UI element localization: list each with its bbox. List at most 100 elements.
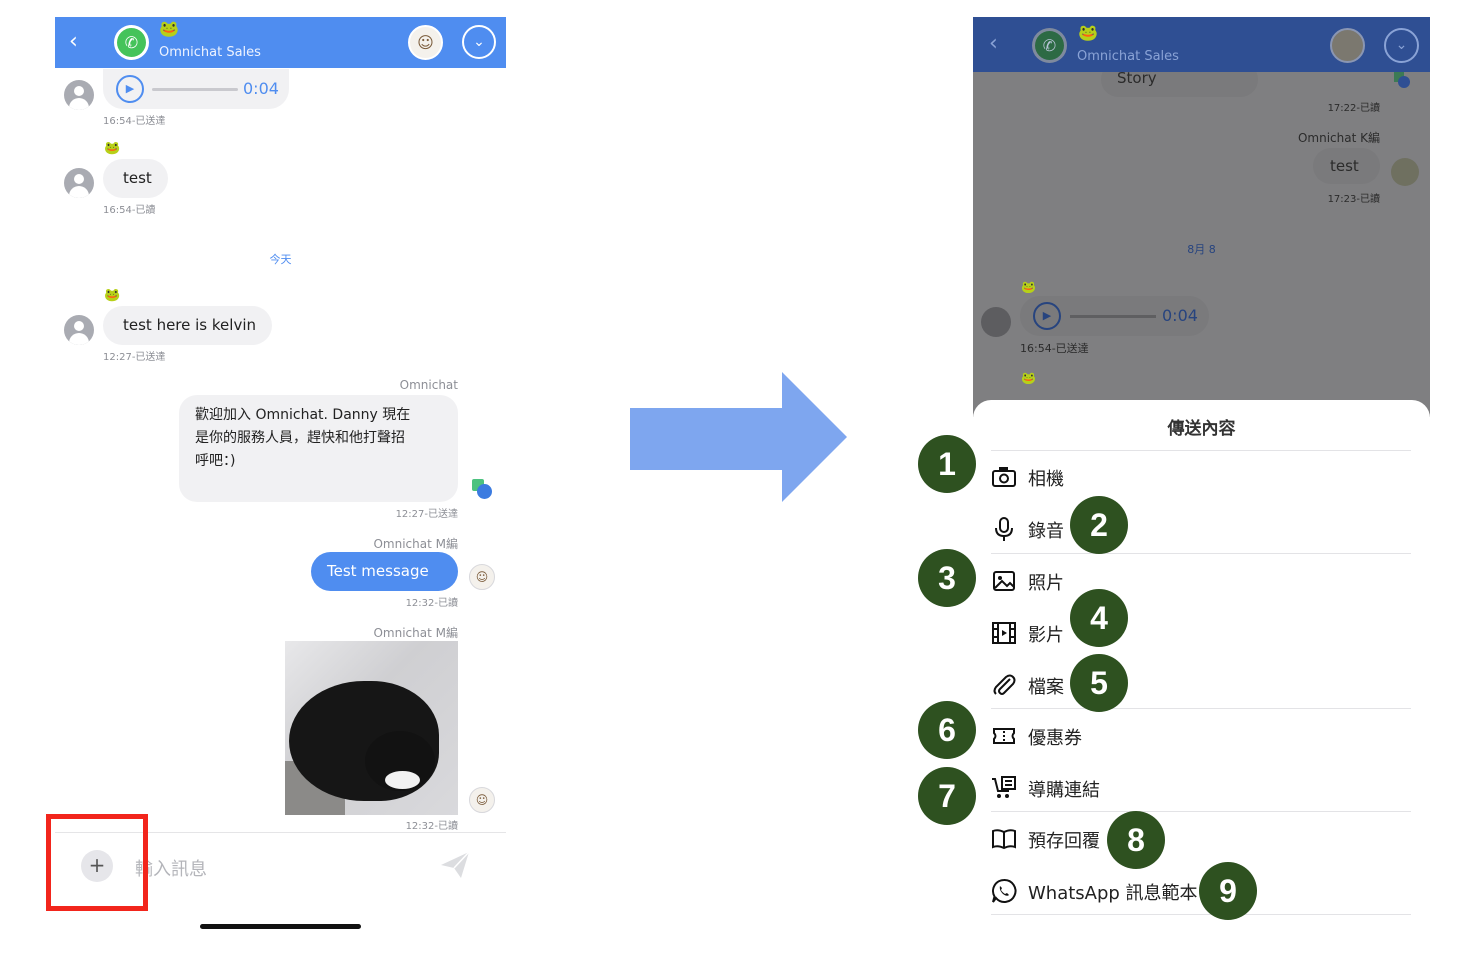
message-status: 12:27-已送達	[103, 352, 166, 363]
paperclip-icon	[993, 674, 1016, 695]
message-status: 16:54-已送達	[1020, 342, 1089, 355]
book-icon	[992, 829, 1016, 850]
contact-avatar	[981, 307, 1011, 337]
sender-name: Omnichat M編	[373, 626, 458, 640]
chat-header: ‹ ✆ 🐸 Omnichat Sales ⌄	[973, 17, 1430, 72]
message-status: 16:54-已送達	[103, 116, 166, 127]
message-status: 17:22-已讀	[1327, 103, 1380, 114]
home-indicator	[200, 924, 361, 929]
agent-avatar: ☺	[469, 787, 495, 813]
welcome-message-bubble[interactable]: 歡迎加入 Omnichat. Danny 現在 是你的服務人員，趕快和他打聲招 …	[179, 395, 458, 502]
step-marker-7: 7	[918, 767, 976, 825]
whatsapp-icon	[992, 878, 1017, 903]
message-status: 12:32-已讀	[405, 598, 458, 609]
agent-avatar	[1391, 158, 1419, 186]
divider	[991, 811, 1411, 812]
message-status: 16:54-已讀	[103, 205, 156, 216]
frog-emoji-icon: 🐸	[159, 19, 179, 38]
step-marker-8: 8	[1107, 811, 1165, 869]
frog-emoji-icon: 🐸	[1021, 280, 1036, 294]
chat-screen-before: ‹ ✆ 🐸 Omnichat Sales ☺ ⌄ ▶ 0:04 16:54-已送…	[46, 17, 506, 962]
camera-icon	[992, 467, 1016, 487]
step-marker-3: 3	[918, 549, 976, 607]
sender-name: Omnichat K編	[1297, 131, 1380, 145]
message-bubble[interactable]: test here is kelvin	[103, 306, 272, 345]
menu-item-shopping-link[interactable]: 導購連結	[991, 767, 1291, 807]
menu-item-video[interactable]: 影片	[991, 612, 1291, 652]
message-bubble: test	[1313, 148, 1380, 184]
cat-photo[interactable]	[285, 641, 458, 815]
chat-title: Omnichat Sales	[159, 45, 261, 60]
message-status: 12:27-已送達	[395, 509, 458, 520]
message-line: 歡迎加入 Omnichat. Danny 現在	[195, 407, 411, 423]
frog-emoji-icon: 🐸	[104, 288, 121, 303]
back-button[interactable]: ‹	[69, 29, 91, 55]
step-marker-4: 4	[1070, 589, 1128, 647]
outgoing-message-bubble[interactable]: Test message	[311, 552, 458, 591]
step-marker-2: 2	[1070, 496, 1128, 554]
back-button[interactable]: ‹	[989, 31, 998, 56]
agent-avatar[interactable]	[1330, 28, 1365, 63]
menu-item-coupon[interactable]: 優惠券	[991, 715, 1291, 755]
menu-label: 優惠券	[1028, 728, 1082, 749]
bot-icon	[472, 479, 492, 499]
menu-item-file[interactable]: 檔案	[991, 664, 1291, 704]
film-icon	[992, 622, 1016, 644]
voice-duration: 0:04	[1162, 306, 1198, 325]
contact-avatar	[64, 168, 94, 198]
microphone-icon	[995, 517, 1013, 541]
chat-title: Omnichat Sales	[1077, 49, 1179, 64]
frog-emoji-icon: 🐸	[104, 141, 121, 156]
voice-duration: 0:04	[243, 79, 279, 98]
chat-header: ‹ ✆ 🐸 Omnichat Sales ☺ ⌄	[55, 17, 506, 68]
chevron-down-icon[interactable]: ⌄	[1384, 28, 1419, 63]
arrow-right-icon	[630, 372, 847, 502]
message-text: test	[1330, 157, 1359, 175]
agent-avatar: ☺	[469, 564, 495, 590]
divider	[991, 450, 1411, 451]
bot-icon	[1394, 72, 1410, 88]
audio-track[interactable]	[152, 88, 238, 91]
menu-item-photo[interactable]: 照片	[991, 560, 1291, 600]
menu-label: WhatsApp 訊息範本	[1028, 883, 1198, 904]
chat-screen-after: Story 17:22-已讀 Omnichat K編 test 17:23-已讀…	[973, 17, 1430, 962]
date-divider: 8月 8	[1187, 243, 1216, 256]
cart-link-icon	[992, 776, 1016, 798]
dimmed-chat-background: Story 17:22-已讀 Omnichat K編 test 17:23-已讀…	[973, 17, 1430, 417]
message-status: 12:32-已讀	[405, 821, 458, 832]
divider	[991, 914, 1411, 915]
menu-label: 照片	[1028, 573, 1064, 594]
contact-avatar	[64, 315, 94, 345]
sender-name: Omnichat M編	[373, 537, 458, 551]
step-marker-1: 1	[918, 435, 976, 493]
voice-message-bubble[interactable]: ▶ 0:04	[103, 69, 289, 109]
sheet-title: 傳送內容	[1167, 419, 1236, 439]
message-bubble[interactable]: test	[103, 159, 168, 198]
menu-label: 錄音	[1028, 521, 1064, 542]
highlight-box	[46, 814, 148, 911]
play-icon[interactable]: ▶	[116, 75, 144, 103]
audio-track	[1070, 315, 1156, 318]
date-divider: 今天	[269, 253, 292, 266]
chevron-down-icon[interactable]: ⌄	[462, 25, 496, 59]
message-status: 17:23-已讀	[1327, 194, 1380, 205]
step-marker-9: 9	[1199, 862, 1257, 920]
agent-avatar[interactable]: ☺	[408, 25, 443, 60]
menu-label: 預存回覆	[1028, 831, 1100, 852]
divider	[991, 553, 1411, 554]
ticket-icon	[993, 728, 1015, 744]
image-icon	[993, 571, 1015, 591]
frog-emoji-icon: 🐸	[1021, 371, 1036, 385]
message-line: 是你的服務人員，趕快和他打聲招	[195, 430, 405, 446]
menu-label: 影片	[1028, 625, 1064, 646]
whatsapp-channel-icon: ✆	[114, 25, 149, 60]
sender-name: Omnichat	[399, 378, 458, 392]
menu-item-recording[interactable]: 錄音	[991, 508, 1291, 548]
message-line: 呼吧：)	[195, 453, 236, 469]
menu-item-camera[interactable]: 相機	[991, 456, 1291, 496]
contact-avatar	[64, 80, 94, 110]
step-marker-5: 5	[1070, 654, 1128, 712]
send-icon[interactable]	[439, 849, 471, 881]
menu-label: 相機	[1028, 469, 1064, 490]
play-icon: ▶	[1033, 302, 1061, 330]
